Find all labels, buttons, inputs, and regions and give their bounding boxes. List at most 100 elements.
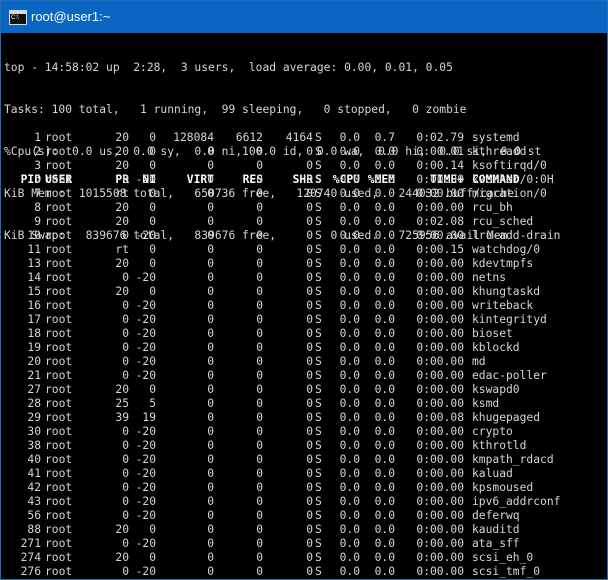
cell-shr: 0 <box>306 201 313 214</box>
cell-command: kthrotld <box>472 439 527 452</box>
cell-virt: 0 <box>207 481 214 494</box>
table-row: 276 root 0 -20 0 0 0 S 0.0 0.0 0:00.00 scsi_tmf_0 <box>1 565 607 579</box>
table-row: 27 root 20 0 0 0 0 S 0.0 0.0 0:00.00 kswapd0 <box>1 383 607 397</box>
cell-shr: 0 <box>306 481 313 494</box>
cell-res: 0 <box>256 229 263 242</box>
cell-state: S <box>315 187 322 200</box>
cell-time: 0:00.00 <box>416 327 464 340</box>
cell-state: S <box>315 355 322 368</box>
cell-mem: 0.0 <box>374 523 395 536</box>
table-row: 20 root 0 -20 0 0 0 S 0.0 0.0 0:00.00 md <box>1 355 607 369</box>
cell-cpu: 0.0 <box>339 397 360 410</box>
tasks-line: Tasks: 100 total, 1 running, 99 sleeping… <box>4 103 467 116</box>
cell-virt: 0 <box>207 159 214 172</box>
table-row: 19 root 0 -20 0 0 0 S 0.0 0.0 0:00.00 kblockd <box>1 341 607 355</box>
cell-command: rcu_sched <box>472 215 534 228</box>
cell-nice: 0 <box>149 243 156 256</box>
cell-priority: 0 <box>122 439 129 452</box>
cell-command: ksoftirqd/0 <box>472 159 547 172</box>
cell-pid: 43 <box>27 495 41 508</box>
cell-state: S <box>315 565 322 578</box>
cell-mem: 0.0 <box>374 537 395 550</box>
cell-priority: 0 <box>122 565 129 578</box>
cell-pid: 11 <box>27 243 41 256</box>
cell-nice: -20 <box>135 439 156 452</box>
cell-priority: rt <box>115 243 129 256</box>
cell-mem: 0.0 <box>374 509 395 522</box>
cell-res: 0 <box>256 439 263 452</box>
cell-shr: 0 <box>306 425 313 438</box>
cell-nice: 0 <box>149 257 156 270</box>
cell-pid: 5 <box>34 173 41 186</box>
cell-pid: 27 <box>27 383 41 396</box>
cell-time: 0:00.00 <box>416 313 464 326</box>
cell-mem: 0.0 <box>374 425 395 438</box>
cell-cpu: 0.0 <box>339 243 360 256</box>
cell-virt: 0 <box>207 411 214 424</box>
cell-state: S <box>315 243 322 256</box>
cell-state: S <box>315 159 322 172</box>
cell-virt: 0 <box>207 551 214 564</box>
cell-shr: 0 <box>306 467 313 480</box>
cell-mem: 0.0 <box>374 495 395 508</box>
cell-mem: 0.0 <box>374 243 395 256</box>
terminal-output[interactable]: top - 14:58:02 up 2:28, 3 users, load av… <box>1 33 607 579</box>
cell-mem: 0.0 <box>374 383 395 396</box>
cell-priority: 0 <box>122 173 129 186</box>
cell-nice: -20 <box>135 425 156 438</box>
cell-command: kaluad <box>472 467 513 480</box>
table-row: 43 root 0 -20 0 0 0 S 0.0 0.0 0:00.00 ipv6_addrconf <box>1 495 607 509</box>
table-row: 11 root rt 0 0 0 0 S 0.0 0.0 0:00.15 watchdog/0 <box>1 243 607 257</box>
cell-user: root <box>45 285 73 298</box>
cell-shr: 0 <box>306 383 313 396</box>
cell-res: 0 <box>256 327 263 340</box>
cell-pid: 18 <box>27 327 41 340</box>
cell-virt: 0 <box>207 215 214 228</box>
table-row: 9 root 20 0 0 0 0 S 0.0 0.0 0:02.08 rcu_sched <box>1 215 607 229</box>
cell-time: 0:00.00 <box>416 173 464 186</box>
title-bar[interactable]: root@user1:~ <box>1 1 607 33</box>
cell-user: root <box>45 565 73 578</box>
cell-nice: -20 <box>135 481 156 494</box>
table-row: 29 root 39 19 0 0 0 S 0.0 0.0 0:00.08 khugepaged <box>1 411 607 425</box>
cell-priority: 20 <box>115 201 129 214</box>
cell-virt: 0 <box>207 285 214 298</box>
cell-time: 0:00.15 <box>416 243 464 256</box>
cell-time: 0:00.14 <box>416 159 464 172</box>
table-row: 14 root 0 -20 0 0 0 S 0.0 0.0 0:00.00 netns <box>1 271 607 285</box>
cell-priority: 0 <box>122 299 129 312</box>
cell-priority: 0 <box>122 537 129 550</box>
cell-mem: 0.0 <box>374 299 395 312</box>
cell-cpu: 0.0 <box>339 369 360 382</box>
cell-shr: 0 <box>306 299 313 312</box>
cell-shr: 0 <box>306 243 313 256</box>
cell-time: 0:00.00 <box>416 257 464 270</box>
cell-state: S <box>315 551 322 564</box>
cell-time: 0:00.00 <box>416 187 464 200</box>
cell-shr: 0 <box>306 313 313 326</box>
cell-state: S <box>315 439 322 452</box>
cell-virt: 0 <box>207 397 214 410</box>
cell-virt: 0 <box>207 369 214 382</box>
cell-command: edac-poller <box>472 369 547 382</box>
cell-time: 0:00.00 <box>416 201 464 214</box>
cell-res: 0 <box>256 159 263 172</box>
cell-pid: 28 <box>27 397 41 410</box>
cell-mem: 0.7 <box>374 131 395 144</box>
cell-command: watchdog/0 <box>472 243 541 256</box>
cell-state: S <box>315 173 322 186</box>
cell-cpu: 0.0 <box>339 467 360 480</box>
cell-pid: 38 <box>27 439 41 452</box>
cell-virt: 0 <box>207 341 214 354</box>
cell-time: 0:02.08 <box>416 215 464 228</box>
cell-user: root <box>45 327 73 340</box>
cell-res: 0 <box>256 271 263 284</box>
cell-cpu: 0.0 <box>339 145 360 158</box>
cell-shr: 0 <box>306 537 313 550</box>
process-list: 1 root 20 0 128084 6612 4164 S 0.0 0.7 0:02.79 syst… <box>1 131 607 579</box>
cell-cpu: 0.0 <box>339 131 360 144</box>
table-row: 21 root 0 -20 0 0 0 S 0.0 0.0 0:00.00 edac-poller <box>1 369 607 383</box>
cell-res: 0 <box>256 383 263 396</box>
cell-priority: 20 <box>115 551 129 564</box>
table-row: 18 root 0 -20 0 0 0 S 0.0 0.0 0:00.00 bioset <box>1 327 607 341</box>
